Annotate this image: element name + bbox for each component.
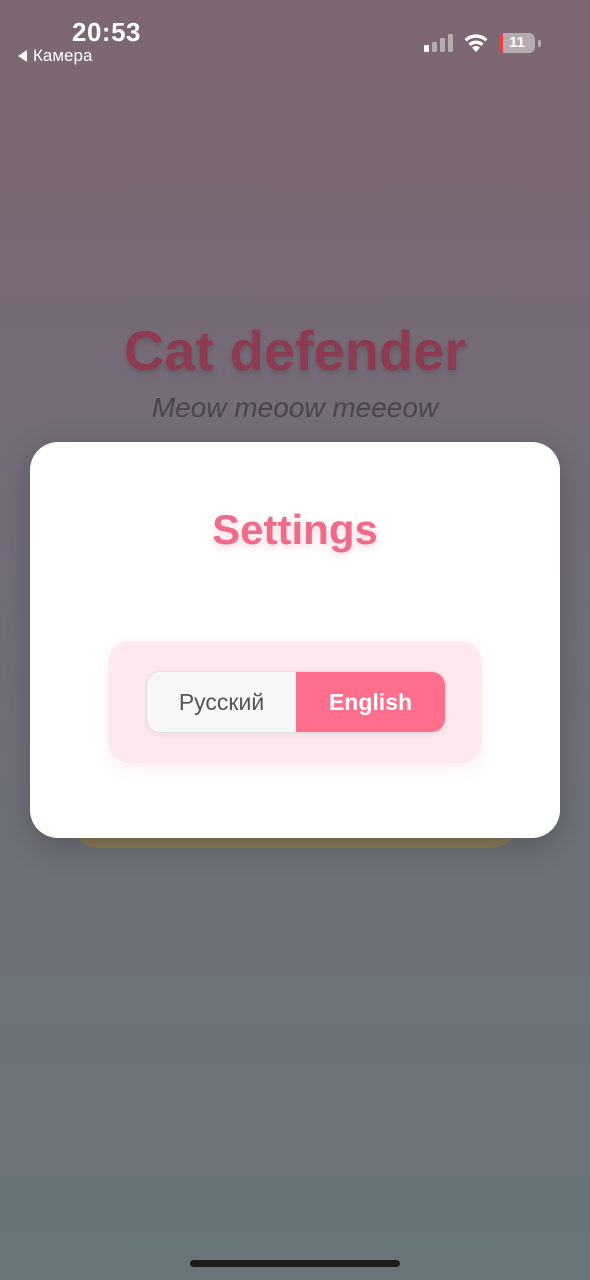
language-segmented-control: Русский English <box>146 671 446 733</box>
back-label: Камера <box>33 46 93 65</box>
language-option-russian[interactable]: Русский <box>147 672 296 732</box>
battery-icon: 11 <box>499 33 541 53</box>
status-time: 20:53 <box>72 17 141 47</box>
app-subtitle: Meow meoow meeeow <box>151 392 439 423</box>
battery-level: 11 <box>509 34 525 51</box>
settings-modal: Settings Русский English <box>30 442 560 838</box>
back-to-camera-link[interactable]: Камера <box>18 46 92 66</box>
home-indicator[interactable] <box>190 1260 400 1267</box>
status-bar: 20:53 Камера 11 <box>0 0 590 80</box>
app-title: Cat defender <box>123 319 467 382</box>
back-arrow-icon <box>18 50 27 62</box>
cellular-signal-icon <box>424 34 453 52</box>
language-panel: Русский English <box>108 641 482 763</box>
wifi-icon <box>464 34 488 52</box>
language-option-english[interactable]: English <box>296 672 445 732</box>
settings-title: Settings <box>212 506 378 553</box>
